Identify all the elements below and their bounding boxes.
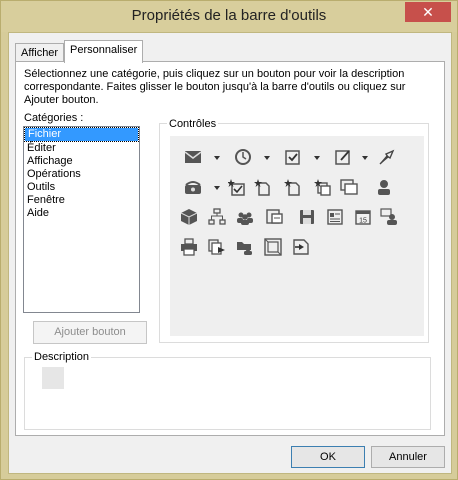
star-docs-icon[interactable]	[314, 178, 332, 196]
clock-icon[interactable]	[234, 148, 252, 166]
windows-icon[interactable]	[340, 178, 358, 196]
doc-image-icon[interactable]	[266, 208, 284, 226]
categories-list[interactable]: Fichier Éditer Affichage Opérations Outi…	[23, 126, 140, 313]
pin-icon[interactable]	[378, 148, 396, 166]
save-icon[interactable]	[298, 208, 316, 226]
box-icon[interactable]	[180, 208, 198, 226]
controls-area: 15	[170, 136, 424, 336]
ok-button[interactable]: OK	[291, 446, 365, 468]
contact-icon[interactable]	[375, 178, 393, 196]
dialog-window: Propriétés de la barre d'outils ✕ Affich…	[0, 0, 458, 480]
phone-dropdown-icon[interactable]	[214, 186, 220, 190]
categories-label: Catégories :	[24, 112, 84, 124]
note-edit-icon[interactable]	[334, 148, 352, 166]
category-fenetre[interactable]: Fenêtre	[24, 194, 139, 207]
category-fichier[interactable]: Fichier	[24, 127, 139, 142]
controls-label: Contrôles	[167, 118, 219, 130]
description-group	[24, 357, 431, 430]
phone-icon[interactable]	[184, 178, 202, 196]
category-aide[interactable]: Aide	[24, 207, 139, 220]
mail-dropdown-icon[interactable]	[214, 156, 220, 160]
arrow-doc-icon[interactable]	[292, 238, 310, 256]
frame-icon[interactable]	[264, 238, 282, 256]
cancel-button[interactable]: Annuler	[371, 446, 445, 468]
group-icon[interactable]	[236, 208, 254, 226]
print-icon[interactable]	[180, 238, 198, 256]
description-label: Description	[32, 351, 92, 363]
category-affichage[interactable]: Affichage	[24, 155, 139, 168]
window-title: Propriétés de la barre d'outils	[131, 7, 327, 24]
note-dropdown-icon[interactable]	[362, 156, 368, 160]
star-check-icon[interactable]	[228, 178, 246, 196]
task-dropdown-icon[interactable]	[314, 156, 320, 160]
star-doc-icon[interactable]	[254, 178, 272, 196]
instructions-text: Sélectionnez une catégorie, puis cliquez…	[24, 68, 406, 106]
address-card-icon[interactable]	[326, 208, 344, 226]
tab-afficher[interactable]: Afficher	[15, 43, 65, 63]
dialog-client: Afficher Personnaliser Sélectionnez une …	[8, 32, 452, 474]
folder-contact-icon[interactable]	[236, 238, 254, 256]
add-button[interactable]: Ajouter bouton	[33, 321, 147, 344]
tab-personnaliser[interactable]: Personnaliser	[64, 40, 144, 63]
category-editer[interactable]: Éditer	[24, 142, 139, 155]
category-operations[interactable]: Opérations	[24, 168, 139, 181]
task-check-icon[interactable]	[284, 148, 302, 166]
clock-dropdown-icon[interactable]	[264, 156, 270, 160]
category-outils[interactable]: Outils	[24, 181, 139, 194]
export-icon[interactable]	[208, 238, 226, 256]
close-button[interactable]: ✕	[405, 2, 451, 22]
org-chart-icon[interactable]	[208, 208, 226, 226]
description-icon-preview	[42, 367, 64, 389]
calendar-icon[interactable]: 15	[354, 208, 372, 226]
star-doc-2-icon[interactable]	[284, 178, 302, 196]
title-bar: Propriétés de la barre d'outils ✕	[1, 1, 457, 32]
mail-icon[interactable]	[184, 148, 202, 166]
svg-text:15: 15	[359, 218, 367, 225]
contact-card-icon[interactable]	[380, 208, 398, 226]
